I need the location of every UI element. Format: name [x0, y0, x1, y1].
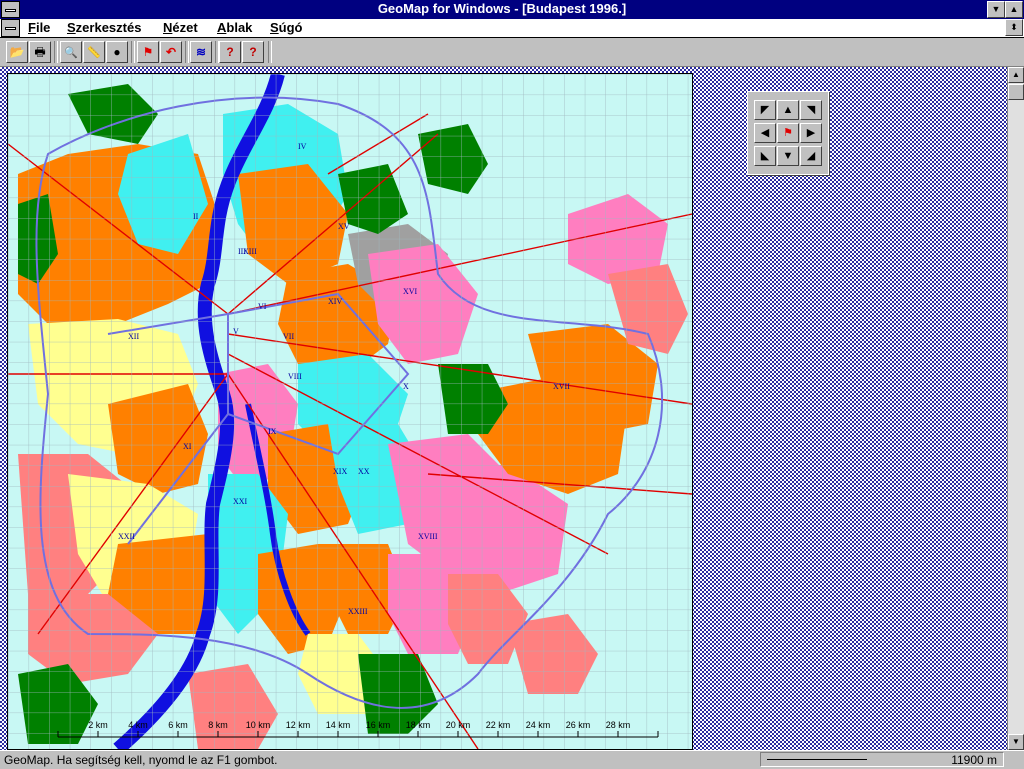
- district-label: XVIII: [418, 532, 438, 541]
- zoom-button[interactable]: 🔍: [60, 41, 82, 63]
- menu-file[interactable]: File: [28, 20, 50, 35]
- district-label: XXII: [118, 532, 135, 541]
- ruler-icon: 📏: [87, 47, 101, 59]
- scale-label: 2 km: [88, 720, 108, 730]
- print-icon: 🖶: [34, 45, 46, 59]
- scale-label: 10 km: [246, 720, 271, 730]
- district-label: XXIII: [348, 607, 368, 616]
- globe-icon: ●: [113, 45, 121, 59]
- scroll-up-button[interactable]: ▲: [1008, 67, 1024, 83]
- district-label: XIV: [328, 297, 342, 306]
- document-restore-button[interactable]: ⬍: [1005, 19, 1023, 36]
- center-flag-button[interactable]: ⚑: [777, 123, 799, 143]
- title-bar: GeoMap for Windows - [Budapest 1996.] ▼ …: [0, 0, 1024, 19]
- district-label: IV: [298, 142, 307, 151]
- district-label: XX: [358, 467, 370, 476]
- pan-south-button[interactable]: ▼: [777, 146, 799, 166]
- status-bar: GeoMap. Ha segítség kell, nyomd le az F1…: [0, 750, 1024, 769]
- window-title: GeoMap for Windows - [Budapest 1996.]: [377, 1, 627, 16]
- ruler-button[interactable]: 📏: [83, 41, 105, 63]
- system-menu-button[interactable]: [1, 1, 20, 18]
- scale-line: [767, 759, 867, 760]
- district-label: XXI: [233, 497, 248, 506]
- open-icon: 📂: [9, 45, 25, 59]
- scroll-thumb[interactable]: [1008, 84, 1024, 100]
- flag-icon: ⚑: [142, 45, 154, 59]
- open-button[interactable]: 📂: [6, 41, 28, 63]
- district-label: XIX: [333, 467, 347, 476]
- pan-southwest-button[interactable]: ◣: [754, 146, 776, 166]
- pan-northwest-button[interactable]: ◤: [754, 100, 776, 120]
- layers-icon: ≋: [195, 45, 207, 59]
- district-label: VIII: [288, 372, 302, 381]
- toolbar-separator: [185, 41, 189, 63]
- menu-nezet[interactable]: Nézet: [163, 20, 198, 35]
- undo-flag-button[interactable]: ↶: [160, 41, 182, 63]
- district-label: XVI: [403, 287, 418, 296]
- minimize-button[interactable]: ▼: [987, 1, 1005, 18]
- scale-label: 24 km: [526, 720, 551, 730]
- toolbar-separator: [54, 41, 58, 63]
- menu-ablak[interactable]: Ablak: [217, 20, 252, 35]
- menu-bar: File Szerkesztés Nézet Ablak Súgó ⬍: [0, 19, 1024, 38]
- scale-label: 20 km: [446, 720, 471, 730]
- menu-szerkesztes[interactable]: Szerkesztés: [67, 20, 141, 35]
- layers-button[interactable]: ≋: [190, 41, 212, 63]
- navigator-panel: ◤ ▲ ◥ ◀ ⚑ ▶ ◣ ▼ ◢: [747, 91, 829, 175]
- district-label: II: [193, 212, 199, 221]
- scale-label: 6 km: [168, 720, 188, 730]
- district-label: XV: [338, 222, 350, 231]
- scale-label: 8 km: [208, 720, 228, 730]
- status-message: GeoMap. Ha segítség kell, nyomd le az F1…: [4, 753, 278, 767]
- pan-northeast-button[interactable]: ◥: [800, 100, 822, 120]
- pan-west-button[interactable]: ◀: [754, 123, 776, 143]
- status-scale-value: 11900 m: [951, 753, 997, 767]
- district-label: XI: [183, 442, 192, 451]
- toolbar-separator: [131, 41, 135, 63]
- district-label: IX: [268, 427, 277, 436]
- district-label: X: [403, 382, 409, 391]
- district-label: VI: [258, 302, 267, 311]
- district-label: XII: [128, 332, 139, 341]
- flag-icon: ⚑: [783, 127, 793, 139]
- map-grid: [8, 74, 692, 749]
- document-system-menu-button[interactable]: [1, 19, 20, 37]
- context-help-button[interactable]: ?: [242, 41, 264, 63]
- scale-label: 4 km: [128, 720, 148, 730]
- scale-label: 22 km: [486, 720, 511, 730]
- menu-sugo[interactable]: Súgó: [270, 20, 303, 35]
- scale-label: 28 km: [606, 720, 631, 730]
- globe-button[interactable]: ●: [106, 41, 128, 63]
- maximize-button[interactable]: ▲: [1005, 1, 1023, 18]
- pan-southeast-button[interactable]: ◢: [800, 146, 822, 166]
- map-view[interactable]: I II III IV V VI VII VIII IX X XI XII XIII XIV XV XVI XV…: [7, 73, 693, 750]
- pan-north-button[interactable]: ▲: [777, 100, 799, 120]
- undo-flag-icon: ↶: [165, 45, 177, 59]
- help-icon: ?: [226, 45, 234, 59]
- zoom-icon: 🔍: [64, 47, 78, 59]
- vertical-scrollbar[interactable]: ▲ ▼: [1007, 67, 1024, 750]
- map-canvas[interactable]: IIIIIIIVVVIVIIVIIIIXXXIXIIXIIIXIVXVXVIXV…: [8, 74, 692, 749]
- district-label: VII: [283, 332, 294, 341]
- status-scale-indicator: 11900 m: [760, 752, 1004, 767]
- toolbar-separator: [268, 41, 272, 63]
- help-button[interactable]: ?: [219, 41, 241, 63]
- district-label: V: [233, 327, 239, 336]
- scale-label: 14 km: [326, 720, 351, 730]
- context-help-icon: ?: [249, 45, 257, 59]
- flag-button[interactable]: ⚑: [137, 41, 159, 63]
- toolbar: 📂 🖶 🔍 📏 ● ⚑ ↶ ≋ ? ?: [0, 38, 1024, 67]
- scale-label: 12 km: [286, 720, 311, 730]
- scroll-down-button[interactable]: ▼: [1008, 734, 1024, 750]
- scale-label: 26 km: [566, 720, 591, 730]
- print-button[interactable]: 🖶: [29, 41, 51, 63]
- district-label: XVII: [553, 382, 570, 391]
- scale-label: 16 km: [366, 720, 391, 730]
- district-label: XIII: [243, 247, 257, 256]
- pan-east-button[interactable]: ▶: [800, 123, 822, 143]
- scale-label: 18 km: [406, 720, 431, 730]
